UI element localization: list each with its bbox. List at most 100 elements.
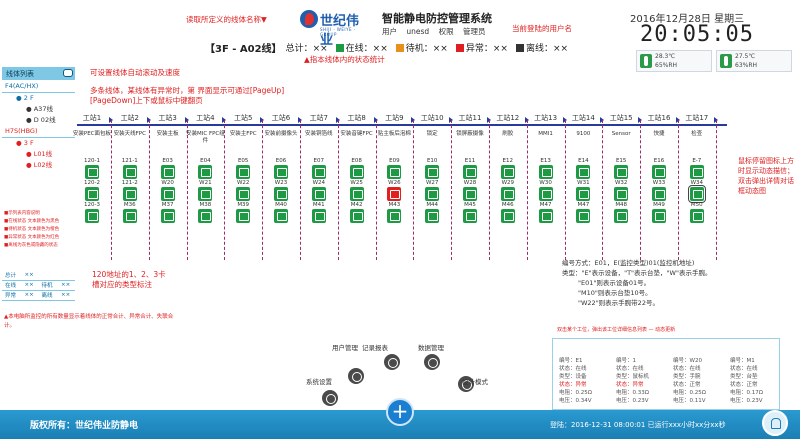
nav-button-2[interactable] [384,354,400,370]
device-slot[interactable]: W30 [537,180,555,201]
nav-button-1[interactable] [348,368,364,384]
station-title[interactable]: 工站1 [73,113,113,123]
device-slot[interactable]: M50 [688,202,706,223]
menu-user[interactable]: 用户 [382,27,397,36]
device-slot[interactable]: E09 [385,158,403,179]
device-slot[interactable]: M41 [310,202,328,223]
device-icon[interactable] [311,209,326,223]
device-slot[interactable]: E03 [159,158,177,179]
device-icon[interactable] [198,209,213,223]
device-slot[interactable]: 120-3 [83,202,101,223]
device-icon[interactable] [122,187,137,201]
device-slot[interactable]: 121-2 [121,180,139,201]
device-icon[interactable] [85,165,99,179]
station-title[interactable]: 工站17 [678,113,718,123]
device-slot[interactable]: W25 [348,180,366,201]
device-slot[interactable]: M37 [159,202,177,223]
device-icon[interactable] [311,187,326,201]
device-icon[interactable] [274,209,288,223]
plus-menu-button[interactable]: + [386,398,414,426]
device-slot[interactable]: M38 [196,202,214,223]
device-slot[interactable]: W26 [385,180,403,201]
station-title[interactable]: 工站13 [527,113,567,123]
device-icon[interactable] [652,187,666,201]
device-slot[interactable]: W24 [310,180,328,201]
tree-item[interactable]: ● 3 F [2,138,75,149]
tree-item[interactable]: F4(AC/HX) [2,81,75,93]
device-icon[interactable] [687,185,706,203]
device-icon[interactable] [160,209,175,223]
device-icon[interactable] [689,209,704,223]
device-icon[interactable] [349,165,364,179]
device-slot[interactable]: W21 [196,180,214,201]
device-icon[interactable] [463,187,477,201]
device-slot[interactable]: M42 [348,202,366,223]
device-slot[interactable]: M47 [574,202,592,223]
nav-button-0[interactable] [322,390,338,406]
device-icon[interactable] [387,209,402,223]
device-slot[interactable]: W23 [272,180,290,201]
device-slot[interactable]: W29 [499,180,517,201]
device-icon[interactable] [652,165,666,179]
tree-item[interactable]: ● D 02线 [2,115,75,126]
menu-username[interactable]: unesd [406,27,429,36]
device-icon[interactable] [614,209,629,223]
device-slot[interactable]: E16 [650,158,668,179]
station-title[interactable]: 工站7 [300,113,340,123]
device-icon[interactable] [85,187,99,201]
toggle-icon[interactable] [63,69,73,77]
station-title[interactable]: 工站12 [489,113,529,123]
device-slot[interactable]: M36 [121,202,139,223]
device-slot[interactable]: M48 [612,202,630,223]
device-icon[interactable] [349,187,364,201]
device-icon[interactable] [463,209,477,223]
device-slot[interactable]: E11 [461,158,479,179]
device-slot[interactable]: E13 [537,158,555,179]
device-icon[interactable] [614,187,629,201]
device-icon[interactable] [198,187,213,201]
station-title[interactable]: 工站14 [564,113,605,123]
station-title[interactable]: 工站3 [149,113,189,123]
device-icon[interactable] [538,165,553,179]
device-slot[interactable]: M39 [234,202,252,223]
device-icon[interactable] [538,209,553,223]
tree-item[interactable]: H7S(HBG) [2,126,75,138]
tree-item[interactable]: ● A37线 [2,104,75,115]
device-icon[interactable] [160,165,175,179]
device-slot[interactable]: E12 [499,158,517,179]
device-icon[interactable] [236,187,251,201]
device-slot[interactable]: W22 [234,180,252,201]
device-slot[interactable]: 121-1 [121,158,139,179]
device-slot[interactable]: W32 [612,180,630,201]
device-icon[interactable] [122,165,137,179]
device-slot[interactable]: W20 [159,180,177,201]
bell-icon[interactable] [762,410,788,436]
device-slot[interactable]: 120-2 [83,180,101,201]
device-icon[interactable] [349,209,364,223]
device-icon[interactable] [576,187,591,201]
station-title[interactable]: 工站15 [602,113,643,123]
device-icon[interactable] [576,165,591,179]
device-slot[interactable]: E15 [612,158,630,179]
device-slot[interactable]: M47 [537,202,555,223]
device-icon[interactable] [160,187,175,201]
device-icon[interactable] [387,165,402,179]
device-slot[interactable]: E-7 [688,158,706,179]
station-title[interactable]: 工站4 [186,113,227,123]
device-slot[interactable]: E07 [310,158,328,179]
device-slot[interactable]: E14 [574,158,592,179]
device-icon[interactable] [500,187,515,201]
device-icon[interactable] [538,187,553,201]
device-icon[interactable] [652,209,666,223]
station-title[interactable]: 工站10 [413,113,454,123]
tree-item[interactable]: ● 2 F [2,93,75,104]
device-icon[interactable] [236,165,251,179]
station-title[interactable]: 工站11 [451,113,491,123]
device-slot[interactable]: M43 [385,202,403,223]
device-slot[interactable]: W34 [687,180,706,203]
device-slot[interactable]: E10 [423,158,441,179]
device-slot[interactable]: 120-1 [83,158,101,179]
device-slot[interactable]: W33 [650,180,668,201]
device-slot[interactable]: E04 [196,158,214,179]
nav-button-3[interactable] [424,354,440,370]
